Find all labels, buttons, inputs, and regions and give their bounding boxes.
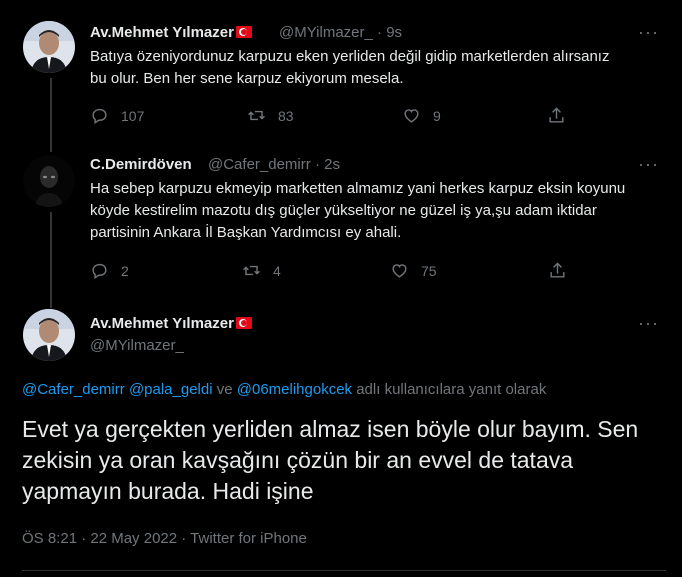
avatar-photo: [23, 155, 75, 207]
reply-icon: [92, 108, 107, 124]
tweet-actions: 2 4 75: [90, 261, 590, 283]
divider: [22, 570, 666, 571]
author-handle[interactable]: @Cafer_demirr · 2s: [208, 156, 340, 173]
avatar[interactable]: [23, 309, 75, 361]
author-handle[interactable]: @MYilmazer_: [90, 337, 184, 354]
reply-count: 2: [121, 262, 129, 279]
reply-count: 107: [121, 107, 145, 124]
tweet-time[interactable]: · 2s: [315, 156, 340, 173]
more-options-icon[interactable]: ···: [638, 154, 659, 175]
tweet-time[interactable]: · 9s: [377, 24, 402, 41]
turkey-flag-icon: [235, 317, 252, 329]
reply-button[interactable]: 2: [90, 261, 129, 280]
retweet-icon: [243, 265, 260, 276]
avatar-photo: [23, 309, 75, 361]
share-icon: [549, 107, 564, 123]
thread-line: [50, 78, 52, 152]
retweet-button[interactable]: 4: [242, 261, 281, 280]
author-name[interactable]: Av.Mehmet Yılmazer: [90, 315, 252, 332]
author-handle[interactable]: @MYilmazer_ · 9s: [279, 24, 402, 41]
avatar[interactable]: [23, 21, 75, 73]
turkey-flag-icon: [235, 26, 252, 38]
thread-line: [50, 212, 52, 308]
mention-link[interactable]: @Cafer_demirr: [22, 381, 125, 398]
share-icon: [550, 262, 565, 278]
more-options-icon[interactable]: ···: [638, 313, 659, 334]
share-button[interactable]: [548, 261, 579, 280]
author-name[interactable]: C.Demirdöven: [90, 156, 192, 173]
avatar[interactable]: [23, 155, 75, 207]
replying-to: @Cafer_demirr @pala_geldi ve @06melihgok…: [22, 381, 547, 398]
retweet-icon: [248, 110, 265, 121]
tweet-text: Batıya özeniyordunuz karpuzu eken yerlid…: [90, 48, 610, 87]
tweet-timestamp[interactable]: ÖS 8:21 · 22 May 2022 · Twitter for iPho…: [22, 530, 307, 547]
like-button[interactable]: 9: [402, 106, 441, 125]
share-button[interactable]: [547, 106, 578, 125]
retweet-button[interactable]: 83: [247, 106, 294, 125]
like-button[interactable]: 75: [390, 261, 437, 280]
heart-icon: [392, 264, 407, 278]
avatar-photo: [23, 21, 75, 73]
more-options-icon[interactable]: ···: [638, 22, 659, 43]
like-count: 9: [433, 107, 441, 124]
retweet-count: 4: [273, 262, 281, 279]
main-tweet-text: Evet ya gerçekten yerliden almaz isen bö…: [22, 416, 639, 504]
heart-icon: [404, 109, 419, 123]
like-count: 75: [421, 262, 437, 279]
author-name[interactable]: Av.Mehmet Yılmazer: [90, 24, 252, 41]
tweet-actions: 107 83 9: [90, 106, 590, 128]
mention-link[interactable]: @06melihgokcek: [237, 381, 352, 398]
reply-button[interactable]: 107: [90, 106, 144, 125]
mention-link[interactable]: @pala_geldi: [129, 381, 213, 398]
reply-icon: [92, 263, 107, 279]
tweet-text: Ha sebep karpuzu ekmeyip marketten almam…: [90, 180, 626, 241]
retweet-count: 83: [278, 107, 294, 124]
